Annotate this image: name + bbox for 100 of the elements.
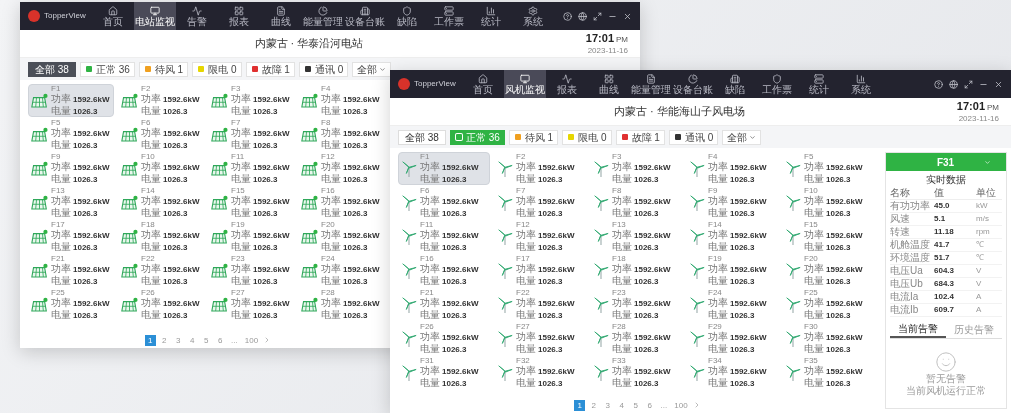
device-card[interactable]: F23 功率 1592.6kW 电量 1026.3 xyxy=(590,288,682,321)
alarm-tab[interactable]: 当前告警 xyxy=(890,321,946,338)
nav-tab[interactable]: 首页 xyxy=(462,70,504,98)
nav-tab[interactable]: 缺陷 xyxy=(714,70,756,98)
device-card[interactable]: F8 功率 1592.6kW 电量 1026.3 xyxy=(298,118,384,151)
device-card[interactable]: F7 功率 1592.6kW 电量 1026.3 xyxy=(208,118,294,151)
nav-tab[interactable]: 系统 xyxy=(512,2,554,30)
device-card[interactable]: F27 功率 1592.6kW 电量 1026.3 xyxy=(208,288,294,321)
device-card[interactable]: F11 功率 1592.6kW 电量 1026.3 xyxy=(398,220,490,253)
device-card[interactable]: F17 功率 1592.6kW 电量 1026.3 xyxy=(494,254,586,287)
device-card[interactable]: F24 功率 1592.6kW 电量 1026.3 xyxy=(298,254,384,287)
filter-chip[interactable]: 全部 38 xyxy=(398,129,446,145)
device-card[interactable]: F12 功率 1592.6kW 电量 1026.3 xyxy=(494,220,586,253)
device-card[interactable]: F33 功率 1592.6kW 电量 1026.3 xyxy=(590,356,682,389)
device-card[interactable]: F26 功率 1592.6kW 电量 1026.3 xyxy=(398,322,490,355)
device-card[interactable]: F2 功率 1592.6kW 电量 1026.3 xyxy=(118,84,204,117)
device-card[interactable]: F11 功率 1592.6kW 电量 1026.3 xyxy=(208,152,294,185)
device-card[interactable]: F35 功率 1592.6kW 电量 1026.3 xyxy=(782,356,874,389)
filter-chip[interactable]: 故障 1 xyxy=(615,129,665,145)
device-card[interactable]: F1 功率 1592.6kW 电量 1026.3 xyxy=(398,152,490,185)
device-card[interactable]: F6 功率 1592.6kW 电量 1026.3 xyxy=(118,118,204,151)
globe-icon[interactable] xyxy=(578,11,587,21)
device-card[interactable]: F21 功率 1592.6kW 电量 1026.3 xyxy=(398,288,490,321)
nav-tab[interactable]: 统计 xyxy=(798,70,840,98)
nav-tab[interactable]: 设备台账 xyxy=(344,2,386,30)
device-card[interactable]: F31 功率 1592.6kW 电量 1026.3 xyxy=(398,356,490,389)
device-card[interactable]: F15 功率 1592.6kW 电量 1026.3 xyxy=(208,186,294,219)
device-card[interactable]: F4 功率 1592.6kW 电量 1026.3 xyxy=(298,84,384,117)
filter-dropdown[interactable]: 全部 xyxy=(352,61,392,77)
device-card[interactable]: F9 功率 1592.6kW 电量 1026.3 xyxy=(28,152,114,185)
maximize-icon[interactable] xyxy=(593,11,602,21)
device-card[interactable]: F14 功率 1592.6kW 电量 1026.3 xyxy=(118,186,204,219)
device-card[interactable]: F13 功率 1592.6kW 电量 1026.3 xyxy=(590,220,682,253)
nav-tab[interactable]: 系统 xyxy=(840,70,882,98)
nav-tab[interactable]: 缺陷 xyxy=(386,2,428,30)
page-button[interactable]: 1 xyxy=(574,399,586,411)
device-card[interactable]: F19 功率 1592.6kW 电量 1026.3 xyxy=(208,220,294,253)
globe-icon[interactable] xyxy=(949,79,958,89)
device-card[interactable]: F25 功率 1592.6kW 电量 1026.3 xyxy=(28,288,114,321)
close-icon[interactable] xyxy=(623,11,632,21)
device-card[interactable]: F30 功率 1592.6kW 电量 1026.3 xyxy=(782,322,874,355)
device-card[interactable]: F12 功率 1592.6kW 电量 1026.3 xyxy=(298,152,384,185)
nav-tab[interactable]: 统计 xyxy=(470,2,512,30)
device-card[interactable]: F3 功率 1592.6kW 电量 1026.3 xyxy=(208,84,294,117)
filter-chip[interactable]: 通讯 0 xyxy=(298,61,349,77)
device-card[interactable]: F19 功率 1592.6kW 电量 1026.3 xyxy=(686,254,778,287)
filter-chip[interactable]: 全部 38 xyxy=(28,61,76,77)
device-card[interactable]: F26 功率 1592.6kW 电量 1026.3 xyxy=(118,288,204,321)
device-card[interactable]: F6 功率 1592.6kW 电量 1026.3 xyxy=(398,186,490,219)
device-card[interactable]: F8 功率 1592.6kW 电量 1026.3 xyxy=(590,186,682,219)
help-icon[interactable] xyxy=(934,79,943,89)
device-card[interactable]: F2 功率 1592.6kW 电量 1026.3 xyxy=(494,152,586,185)
device-card[interactable]: F15 功率 1592.6kW 电量 1026.3 xyxy=(782,220,874,253)
device-card[interactable]: F32 功率 1592.6kW 电量 1026.3 xyxy=(494,356,586,389)
help-icon[interactable] xyxy=(563,11,572,21)
close-icon[interactable] xyxy=(994,79,1003,89)
device-card[interactable]: F20 功率 1592.6kW 电量 1026.3 xyxy=(782,254,874,287)
nav-tab[interactable]: 设备台账 xyxy=(672,70,714,98)
nav-tab[interactable]: 报表 xyxy=(546,70,588,98)
device-card[interactable]: F4 功率 1592.6kW 电量 1026.3 xyxy=(686,152,778,185)
nav-tab[interactable]: 工作票 xyxy=(428,2,470,30)
filter-chip[interactable]: 待风 1 xyxy=(138,61,189,77)
device-card[interactable]: F18 功率 1592.6kW 电量 1026.3 xyxy=(118,220,204,253)
nav-tab[interactable]: 曲线 xyxy=(260,2,302,30)
device-card[interactable]: F10 功率 1592.6kW 电量 1026.3 xyxy=(782,186,874,219)
device-card[interactable]: F28 功率 1592.6kW 电量 1026.3 xyxy=(298,288,384,321)
filter-chip[interactable]: 故障 1 xyxy=(245,61,295,77)
filter-dropdown[interactable]: 全部 xyxy=(722,129,762,145)
filter-chip[interactable]: 正常 36 xyxy=(79,61,135,77)
device-card[interactable]: F14 功率 1592.6kW 电量 1026.3 xyxy=(686,220,778,253)
nav-tab[interactable]: 能量管理 xyxy=(302,2,344,30)
nav-tab[interactable]: 首页 xyxy=(92,2,134,30)
device-card[interactable]: F5 功率 1592.6kW 电量 1026.3 xyxy=(782,152,874,185)
device-card[interactable]: F25 功率 1592.6kW 电量 1026.3 xyxy=(782,288,874,321)
page-button[interactable]: 1 xyxy=(144,334,156,346)
device-card[interactable]: F7 功率 1592.6kW 电量 1026.3 xyxy=(494,186,586,219)
nav-tab[interactable]: 告警 xyxy=(176,2,218,30)
nav-tab[interactable]: 曲线 xyxy=(588,70,630,98)
nav-tab[interactable]: 电站监视 xyxy=(134,2,176,30)
maximize-icon[interactable] xyxy=(964,79,973,89)
device-card[interactable]: F34 功率 1592.6kW 电量 1026.3 xyxy=(686,356,778,389)
nav-tab[interactable]: 报表 xyxy=(218,2,260,30)
nav-tab[interactable]: 能量管理 xyxy=(630,70,672,98)
device-card[interactable]: F28 功率 1592.6kW 电量 1026.3 xyxy=(590,322,682,355)
device-card[interactable]: F10 功率 1592.6kW 电量 1026.3 xyxy=(118,152,204,185)
device-card[interactable]: F17 功率 1592.6kW 电量 1026.3 xyxy=(28,220,114,253)
device-card[interactable]: F22 功率 1592.6kW 电量 1026.3 xyxy=(118,254,204,287)
device-card[interactable]: F27 功率 1592.6kW 电量 1026.3 xyxy=(494,322,586,355)
filter-chip[interactable]: 限电 0 xyxy=(562,129,612,145)
device-card[interactable]: F16 功率 1592.6kW 电量 1026.3 xyxy=(398,254,490,287)
device-card[interactable]: F21 功率 1592.6kW 电量 1026.3 xyxy=(28,254,114,287)
filter-chip[interactable]: 通讯 0 xyxy=(668,129,719,145)
device-card[interactable]: F18 功率 1592.6kW 电量 1026.3 xyxy=(590,254,682,287)
device-card[interactable]: F22 功率 1592.6kW 电量 1026.3 xyxy=(494,288,586,321)
device-card[interactable]: F29 功率 1592.6kW 电量 1026.3 xyxy=(686,322,778,355)
device-card[interactable]: F16 功率 1592.6kW 电量 1026.3 xyxy=(298,186,384,219)
device-card[interactable]: F23 功率 1592.6kW 电量 1026.3 xyxy=(208,254,294,287)
device-card[interactable]: F3 功率 1592.6kW 电量 1026.3 xyxy=(590,152,682,185)
device-card[interactable]: F5 功率 1592.6kW 电量 1026.3 xyxy=(28,118,114,151)
device-card[interactable]: F9 功率 1592.6kW 电量 1026.3 xyxy=(686,186,778,219)
